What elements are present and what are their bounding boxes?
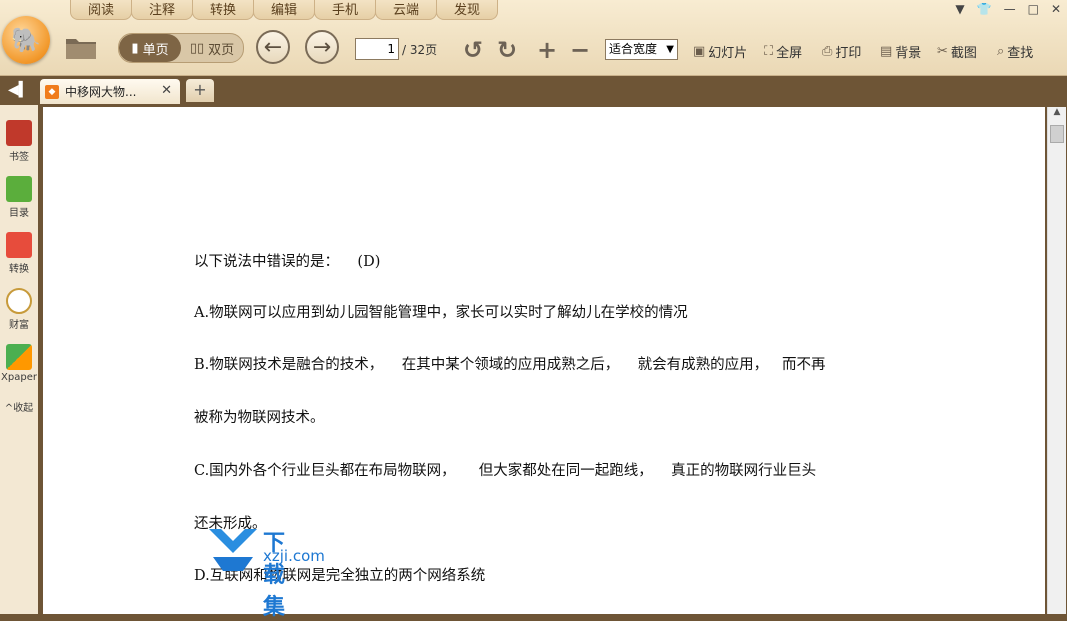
watermark-logo-icon — [209, 529, 257, 571]
scroll-thumb[interactable] — [1050, 125, 1064, 143]
toc-icon — [6, 176, 32, 202]
option-b-line2: 被称为物联网技术。 — [194, 410, 325, 426]
document-tab[interactable]: ◆ 中移网大物... ✕ — [40, 79, 180, 104]
sidebar-item-convert[interactable]: 转换 — [0, 232, 38, 275]
pdf-word-icon — [6, 232, 32, 258]
menu-tab-annotate[interactable]: 注释 — [131, 0, 193, 20]
menu-tab-convert[interactable]: 转换 — [192, 0, 254, 20]
option-c-line1: C.国内外各个行业巨头都在布局物联网， 但大家都处在同一起跑线， 真正的物联网行… — [194, 463, 817, 479]
option-b-line1: B.物联网技术是融合的技术， 在其中某个领域的应用成熟之后， 就会有成熟的应用，… — [194, 357, 826, 373]
question-text: 以下说法中错误的是： (D) — [194, 254, 381, 270]
open-folder-icon[interactable] — [64, 33, 98, 61]
page-number-input[interactable]: 1 — [355, 38, 399, 60]
next-page-button[interactable]: → — [305, 30, 339, 64]
document-icon: ◆ — [45, 84, 59, 99]
xpaper-icon — [6, 344, 32, 370]
fullscreen-button[interactable]: ⛶ 全屏 — [764, 42, 802, 61]
view-mode-toggle: ▮ 单页 ▯▯ 双页 — [118, 33, 244, 63]
rotate-right-icon[interactable]: ↻ — [497, 36, 517, 64]
menu-tab-read[interactable]: 阅读 — [70, 0, 132, 20]
watermark-title: 下载集 — [263, 531, 287, 620]
search-button[interactable]: ⌕ 查找 — [997, 42, 1033, 61]
print-button[interactable]: ⎙ 打印 — [822, 42, 861, 61]
double-page-button[interactable]: ▯▯ 双页 — [181, 34, 243, 62]
watermark: 下载集 xzji.com — [205, 527, 325, 620]
menu-tab-mobile[interactable]: 手机 — [314, 0, 376, 20]
rotate-left-icon[interactable]: ↺ — [463, 36, 483, 64]
vertical-scrollbar[interactable]: ▲ — [1047, 107, 1066, 614]
chevron-up-icon: ^ — [4, 403, 14, 414]
zoom-in-icon[interactable]: + — [537, 36, 557, 64]
scissors-icon: ✂ — [937, 44, 948, 59]
tab-close-icon[interactable]: ✕ — [161, 83, 172, 98]
collapse-sidebar-icon[interactable]: ◀▍ — [8, 82, 30, 98]
screenshot-button[interactable]: ✂ 截图 — [937, 42, 977, 61]
top-toolbar: 🐘 阅读 注释 转换 编辑 手机 云端 发现 ▼ 👕 — □ ✕ ▮ 单页 ▯▯ 双… — [0, 0, 1067, 76]
window-controls: ▼ 👕 — □ ✕ — [955, 2, 1061, 16]
zoom-select[interactable]: 适合宽度 ▼ — [605, 39, 678, 60]
fullscreen-icon: ⛶ — [764, 44, 774, 59]
option-a: A.物联网可以应用到幼儿园智能管理中，家长可以实时了解幼儿在学校的情况 — [194, 305, 688, 321]
menu-tab-edit[interactable]: 编辑 — [253, 0, 315, 20]
background-icon: ▤ — [880, 44, 893, 59]
watermark-url: xzji.com — [263, 547, 325, 565]
scroll-up-icon[interactable]: ▲ — [1048, 107, 1066, 121]
arrow-right-icon: → — [312, 34, 332, 60]
menu-dropdown-icon[interactable]: ▼ — [955, 2, 964, 16]
sidebar-collapse[interactable]: ^收起 — [0, 399, 38, 414]
left-sidebar: 书签 目录 转换 财富 Xpaper ^收起 — [0, 105, 39, 614]
page-total: / 32页 — [402, 43, 438, 57]
printer-icon: ⎙ — [822, 44, 833, 59]
search-icon: ⌕ — [997, 44, 1005, 59]
app-logo-icon[interactable]: 🐘 — [2, 16, 50, 64]
zoom-out-icon[interactable]: − — [570, 36, 590, 64]
arrow-left-icon: ← — [263, 34, 283, 60]
skin-icon[interactable]: 👕 — [977, 2, 992, 16]
chevron-down-icon: ▼ — [666, 44, 674, 55]
prev-page-button[interactable]: ← — [256, 30, 290, 64]
minimize-icon[interactable]: — — [1004, 2, 1016, 16]
money-bag-icon — [6, 288, 32, 314]
sidebar-item-wealth[interactable]: 财富 — [0, 288, 38, 331]
background-button[interactable]: ▤ 背景 — [880, 42, 921, 61]
close-icon[interactable]: ✕ — [1051, 2, 1061, 16]
bookmark-icon — [6, 120, 32, 146]
slideshow-button[interactable]: ▣ 幻灯片 — [693, 42, 747, 61]
single-page-icon: ▮ — [131, 40, 139, 56]
menu-tab-cloud[interactable]: 云端 — [375, 0, 437, 20]
maximize-icon[interactable]: □ — [1028, 2, 1039, 16]
double-page-icon: ▯▯ — [189, 40, 205, 56]
menu-tabs: 阅读 注释 转换 编辑 手机 云端 发现 — [70, 0, 498, 20]
slideshow-icon: ▣ — [693, 44, 706, 59]
sidebar-item-xpaper[interactable]: Xpaper — [0, 344, 38, 383]
new-tab-button[interactable]: + — [186, 79, 214, 102]
sidebar-item-toc[interactable]: 目录 — [0, 176, 38, 219]
single-page-button[interactable]: ▮ 单页 — [119, 34, 181, 62]
menu-tab-discover[interactable]: 发现 — [436, 0, 498, 20]
sidebar-item-bookmarks[interactable]: 书签 — [0, 120, 38, 163]
